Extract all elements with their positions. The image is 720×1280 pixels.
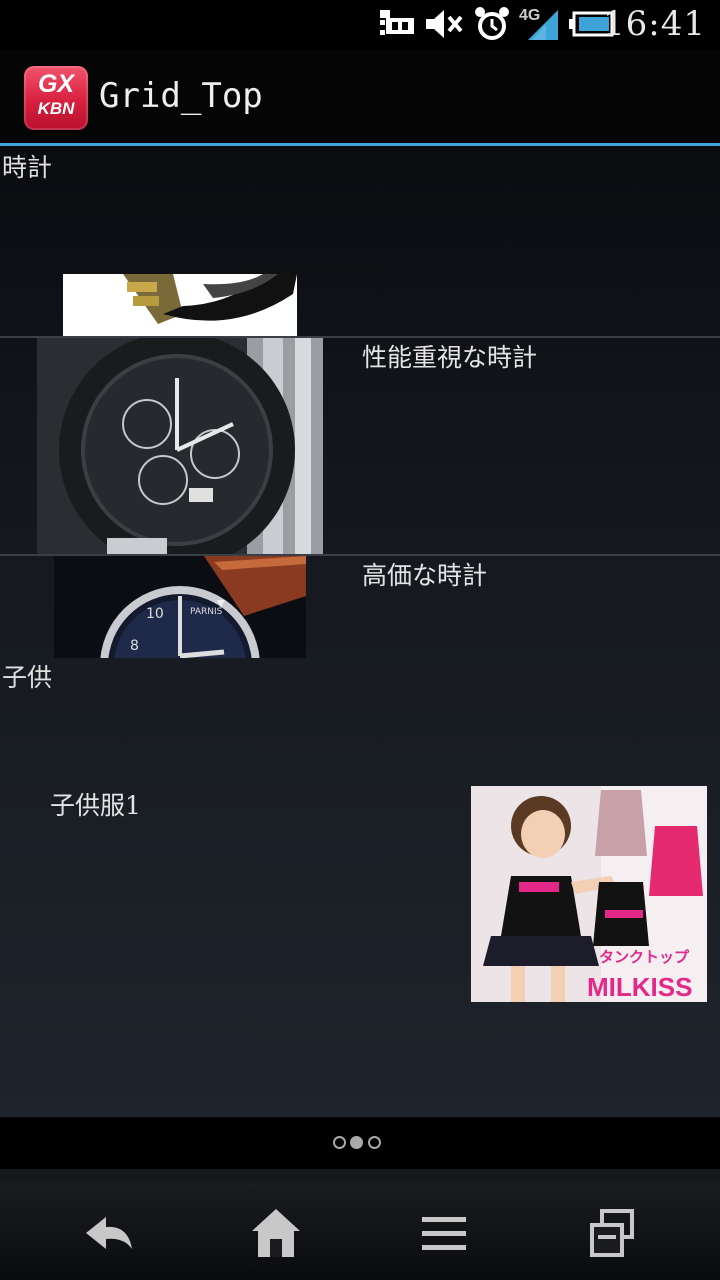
- home-icon[interactable]: [246, 1203, 306, 1263]
- action-bar: GX KBN Grid_Top: [0, 50, 720, 143]
- section-header-children: 子供: [2, 663, 53, 692]
- brand-text: MILKISS: [587, 972, 692, 1002]
- signal-icon: [528, 10, 558, 40]
- page-indicator: [0, 1117, 720, 1169]
- usb-debug-icon: [380, 10, 414, 35]
- svg-text:10: 10: [146, 606, 164, 622]
- page-dot[interactable]: [368, 1136, 381, 1149]
- pilot-watch-image: 10 8 PARNIS: [54, 556, 306, 658]
- item-title: 性能重視な時計: [362, 343, 538, 372]
- list-item-expensive-watch[interactable]: 10 8 PARNIS 高価な時計: [0, 556, 720, 658]
- list-item-performance-watch[interactable]: 性能重視な時計: [0, 338, 720, 554]
- pager-separator: [0, 1169, 720, 1183]
- item-title: 高価な時計: [362, 561, 488, 590]
- page-dot[interactable]: [333, 1136, 346, 1149]
- logo-text-gx: GX: [37, 70, 75, 98]
- section-header-watches: 時計: [2, 153, 53, 182]
- kids-clothing-image: タンクトップ MILKISS: [471, 786, 707, 1002]
- mute-icon: [426, 10, 463, 38]
- app-logo[interactable]: GX KBN: [24, 66, 88, 130]
- grid-content[interactable]: 時計 性能重視な時計 10 8 PARNIS 高価な時計 子供 子供服1 タンク…: [0, 146, 720, 1117]
- list-item-kids-clothing[interactable]: 子供服1 タンクトップ MILKISS: [0, 766, 720, 1006]
- clock: 16:41: [603, 4, 706, 44]
- alarm-icon: [475, 7, 509, 40]
- menu-icon[interactable]: [414, 1203, 474, 1263]
- back-icon[interactable]: [80, 1203, 140, 1263]
- page-title: Grid_Top: [99, 76, 263, 116]
- item-title: 子供服1: [50, 791, 141, 820]
- svg-text:8: 8: [130, 638, 139, 654]
- page-dot-active[interactable]: [350, 1136, 363, 1149]
- logo-text-kbn: KBN: [37, 99, 75, 118]
- watch-brand-text: PARNIS: [190, 607, 223, 617]
- recent-apps-icon[interactable]: [582, 1203, 642, 1263]
- watch-thumbnail-partial[interactable]: [63, 274, 297, 336]
- navigation-bar: [0, 1183, 720, 1280]
- tank-top-text: タンクトップ: [599, 948, 690, 966]
- chronograph-watch-image: [37, 338, 323, 554]
- status-bar: 4G 16:41: [0, 0, 720, 50]
